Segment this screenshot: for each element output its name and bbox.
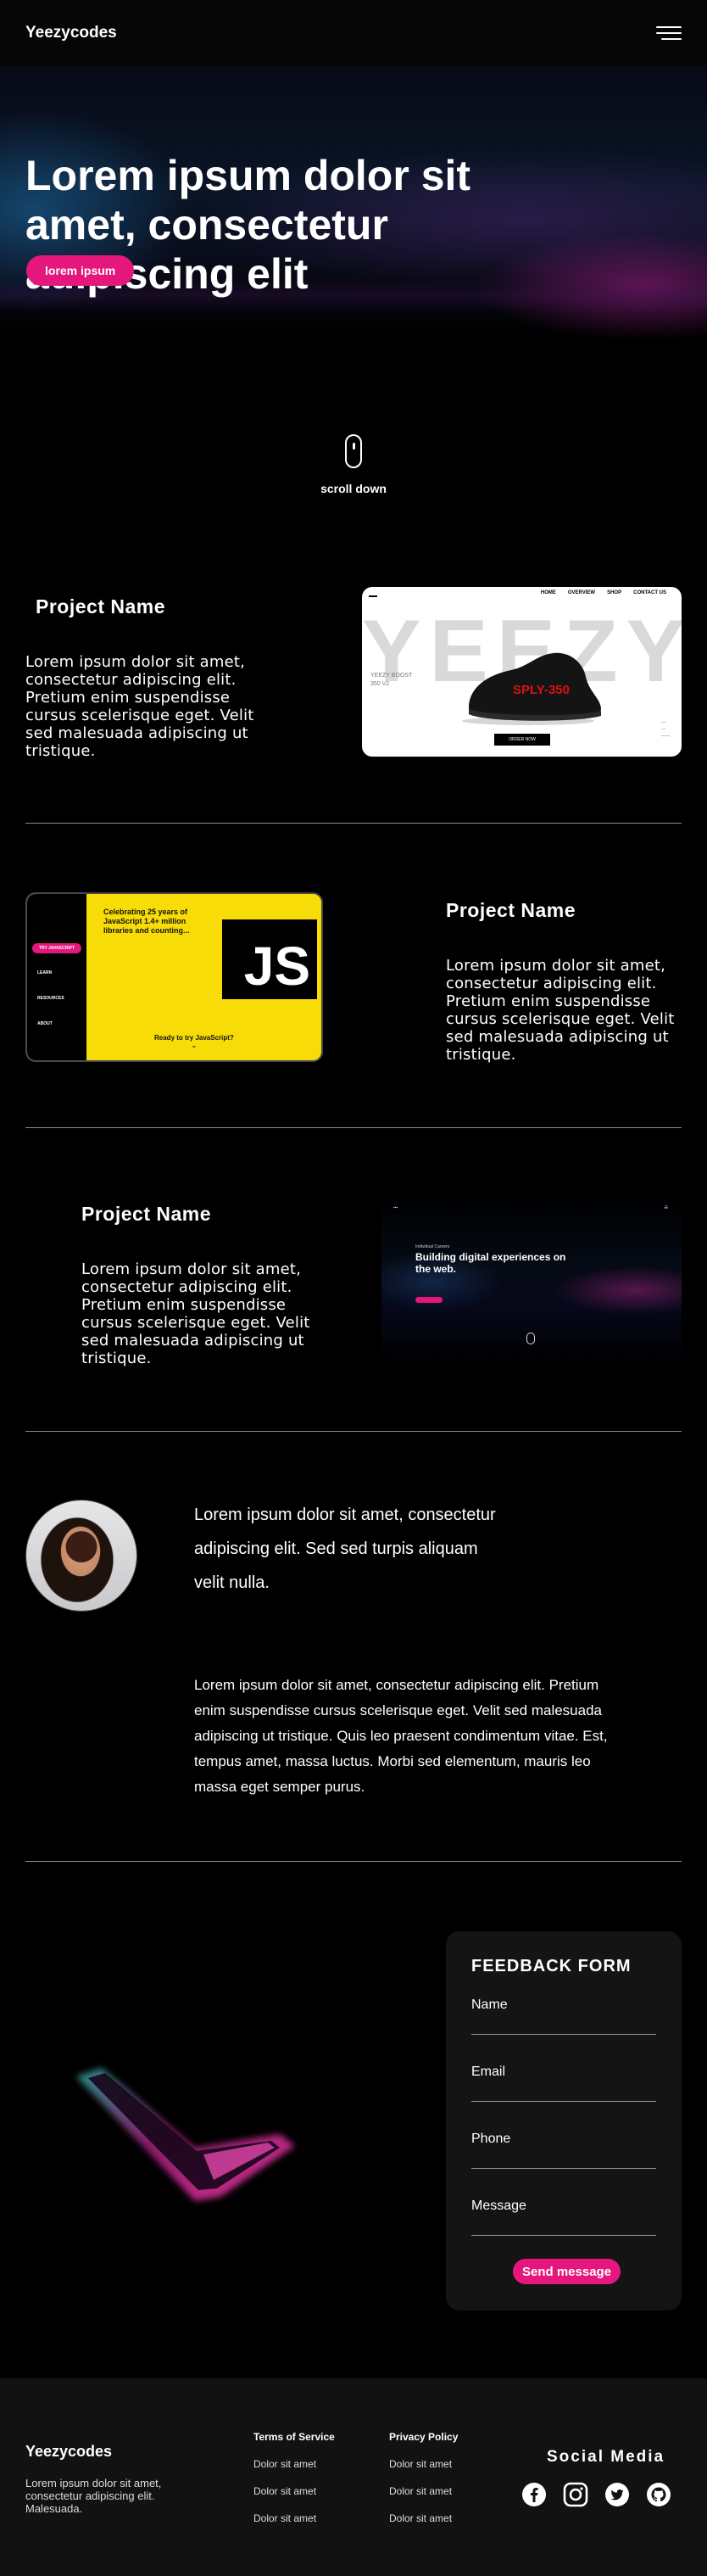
message-field[interactable]: Message — [471, 2199, 656, 2236]
hero-cta-button[interactable]: lorem ipsum — [26, 255, 135, 286]
message-field-label: Message — [471, 2199, 526, 2213]
preview-menu-active: TRY JAVASCRIPT — [32, 943, 81, 953]
site-footer: Yeezycodes Lorem ipsum dolor sit amet, c… — [0, 2378, 707, 2576]
laptop-glow-image — [76, 2068, 295, 2201]
twitter-icon[interactable] — [604, 2482, 630, 2507]
project-title: Project Name — [446, 899, 576, 921]
profile-avatar — [25, 1500, 137, 1612]
js-logo: JS — [222, 919, 317, 999]
preview-side-lines: — — —— — [661, 720, 670, 739]
preview-cta-text: Ready to try JavaScript? — [154, 1034, 234, 1042]
footer-link[interactable]: Dolor sit amet — [389, 2512, 458, 2524]
preview-nav: HOME OVERVIEW SHOP CONTACT US — [541, 590, 666, 595]
section-divider — [25, 823, 682, 824]
section-divider — [25, 1127, 682, 1128]
section-divider — [25, 1861, 682, 1862]
feedback-form: FEEDBACK FORM Name Email Phone Message S… — [446, 1931, 682, 2311]
project-preview-digital[interactable]: ▪▪▪ ≡ Individual Careers Building digita… — [381, 1197, 682, 1366]
instagram-icon[interactable] — [563, 2482, 588, 2507]
preview-kicker: Individual Careers — [415, 1244, 450, 1249]
project-preview-yeezy[interactable]: HOME OVERVIEW SHOP CONTACT US YEEZY YEEZ… — [362, 587, 682, 757]
social-media-title: Social Media — [547, 2448, 665, 2466]
adidas-logo-icon — [369, 590, 377, 597]
scroll-down-indicator[interactable]: scroll down — [0, 434, 707, 495]
footer-link[interactable]: Dolor sit amet — [253, 2485, 335, 2497]
project-preview-javascript[interactable]: TRY JAVASCRIPT LEARN RESOURCES ABOUT Cel… — [25, 892, 323, 1062]
preview-headline: Celebrating 25 years of JavaScript 1.4+ … — [103, 908, 190, 935]
section-divider — [25, 1431, 682, 1432]
github-icon[interactable] — [646, 2482, 671, 2507]
preview-nav-item: CONTACT US — [633, 590, 666, 595]
project-description: Lorem ipsum dolor sit amet, consectetur … — [81, 1260, 310, 1367]
preview-menu-item: LEARN — [37, 970, 53, 975]
email-field-label: Email — [471, 2065, 506, 2079]
project-description: Lorem ipsum dolor sit amet, consectetur … — [446, 957, 675, 1064]
preview-button — [415, 1297, 443, 1303]
project-title: Project Name — [81, 1203, 212, 1225]
preview-menu-item: ABOUT — [37, 1021, 53, 1026]
mouse-scroll-icon — [526, 1333, 535, 1344]
footer-description: Lorem ipsum dolor sit amet, consectetur … — [25, 2477, 162, 2515]
site-header: Yeezycodes — [0, 0, 707, 66]
phone-field-label: Phone — [471, 2132, 511, 2146]
preview-cta: Ready to try JavaScript? ⌄ — [154, 1034, 234, 1049]
footer-link[interactable]: Dolor sit amet — [253, 2458, 335, 2470]
social-icons — [521, 2482, 671, 2507]
preview-headline: Building digital experiences on the web. — [415, 1251, 566, 1275]
mouse-scroll-icon — [345, 434, 362, 468]
about-lead: Lorem ipsum dolor sit amet, consectetur … — [194, 1506, 496, 1592]
hero-section: Lorem ipsum dolor sit amet, consectetur … — [0, 66, 707, 339]
facebook-icon[interactable] — [521, 2482, 547, 2507]
footer-privacy-column: Privacy Policy Dolor sit amet Dolor sit … — [389, 2431, 458, 2540]
footer-brand[interactable]: Yeezycodes — [25, 2443, 112, 2461]
chevron-down-icon: ⌄ — [191, 1042, 198, 1049]
project-title: Project Name — [36, 595, 166, 617]
send-message-button[interactable]: Send message — [513, 2259, 621, 2284]
menu-icon: ≡ — [664, 1204, 668, 1211]
footer-link[interactable]: Dolor sit amet — [389, 2458, 458, 2470]
footer-terms-column: Terms of Service Dolor sit amet Dolor si… — [253, 2431, 335, 2540]
email-field[interactable]: Email — [471, 2065, 656, 2102]
project-description: Lorem ipsum dolor sit amet, consectetur … — [25, 653, 254, 760]
preview-order-button: ORDER NOW — [494, 734, 550, 746]
footer-link[interactable]: Dolor sit amet — [389, 2485, 458, 2497]
preview-sidebar: TRY JAVASCRIPT LEARN RESOURCES ABOUT — [27, 894, 86, 1060]
preview-subtitle-line: 350 V2 — [370, 681, 390, 687]
preview-menu-item: RESOURCES — [37, 996, 64, 1001]
footer-terms-heading[interactable]: Terms of Service — [253, 2431, 335, 2443]
preview-logo: ▪▪▪ — [393, 1205, 398, 1210]
scroll-down-label: scroll down — [320, 482, 387, 495]
preview-subtitle-line: YEEZY BOOST — [370, 673, 413, 679]
name-field[interactable]: Name — [471, 1998, 656, 2035]
shoe-label: SPLY-350 — [513, 683, 570, 697]
sneaker-image: SPLY-350 — [462, 652, 601, 725]
hamburger-menu-icon[interactable] — [656, 25, 682, 42]
footer-link[interactable]: Dolor sit amet — [253, 2512, 335, 2524]
name-field-label: Name — [471, 1998, 508, 2012]
preview-nav-item: SHOP — [607, 590, 622, 595]
preview-subtitle: YEEZY BOOST 350 V2 — [370, 672, 412, 689]
phone-field[interactable]: Phone — [471, 2132, 656, 2169]
about-body: Lorem ipsum dolor sit amet, consectetur … — [194, 1677, 608, 1795]
footer-privacy-heading[interactable]: Privacy Policy — [389, 2431, 458, 2443]
brand-logo[interactable]: Yeezycodes — [25, 24, 117, 42]
feedback-form-title: FEEDBACK FORM — [471, 1957, 632, 1975]
preview-nav-item: OVERVIEW — [567, 590, 596, 595]
preview-nav-item: HOME — [540, 590, 556, 595]
